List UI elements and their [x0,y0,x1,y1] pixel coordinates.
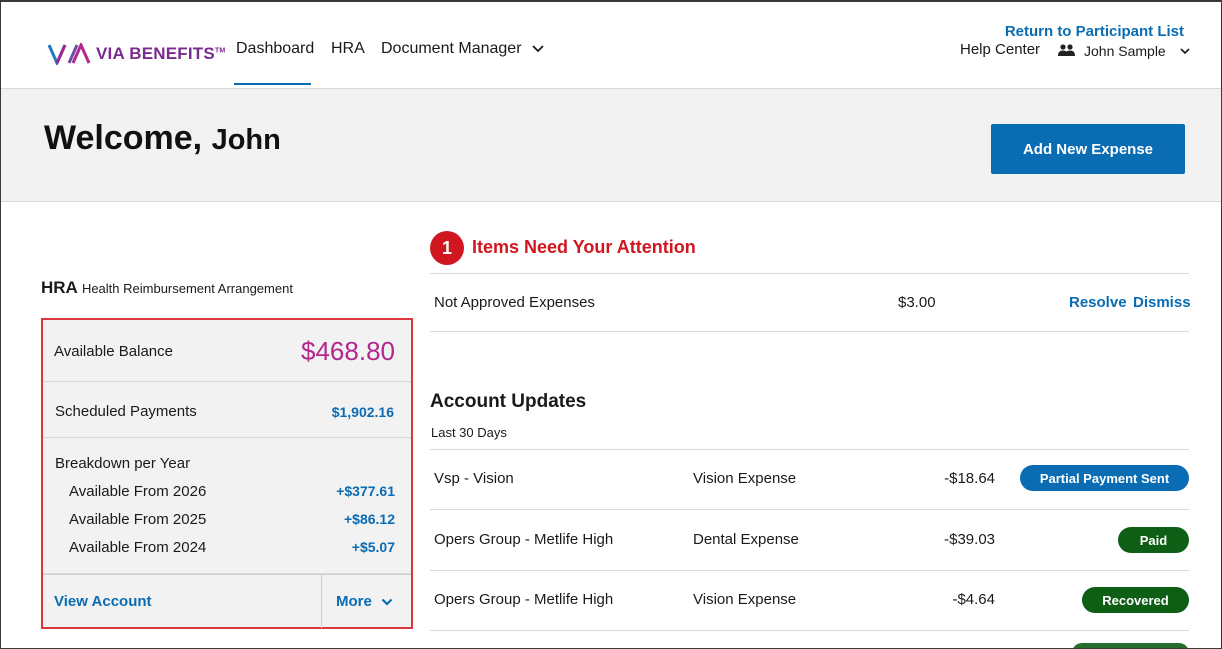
breakdown-label: Available From 2025 [69,511,207,528]
footer-divider [321,575,322,628]
update-row-amount: -$39.03 [944,531,995,548]
hra-balance-card: Available Balance $468.80 Scheduled Paym… [41,318,413,629]
divider [430,273,1189,274]
welcome-text: Welcome, [44,119,203,157]
view-account-link[interactable]: View Account [54,593,152,610]
more-label: More [336,593,372,610]
scheduled-payments-label: Scheduled Payments [55,403,197,420]
available-balance-label: Available Balance [54,343,173,360]
more-button[interactable]: More [336,593,393,610]
breakdown-label: Available From 2024 [69,539,207,556]
available-balance-row: Available Balance $468.80 [43,320,411,382]
chevron-down-icon[interactable] [1179,44,1191,62]
breakdown-item: Available From 2026 +$377.61 [69,483,395,500]
breakdown-amount: +$86.12 [344,511,395,527]
account-updates-subtitle: Last 30 Days [431,425,507,440]
via-benefits-logo[interactable]: VIA BENEFITSTM [48,43,225,65]
via-logo-icon [48,43,91,65]
scheduled-payments-value[interactable]: $1,902.16 [332,404,394,420]
status-badge[interactable]: Partial Payment Sent [1020,465,1189,491]
add-new-expense-button[interactable]: Add New Expense [991,124,1185,174]
nav-document-manager[interactable]: Document Manager [381,40,522,58]
users-icon [1058,43,1075,62]
divider [430,630,1189,631]
account-updates-title: Account Updates [430,391,587,412]
user-first-name: John [211,124,281,156]
status-badge[interactable]: Paid [1118,527,1189,553]
nav-hra[interactable]: HRA [331,40,365,58]
nav-dashboard[interactable]: Dashboard [236,40,314,58]
user-menu-name[interactable]: John Sample [1084,43,1166,59]
available-balance-value: $468.80 [301,336,395,366]
chevron-down-icon [381,598,393,606]
trademark-mark: TM [214,47,226,55]
update-row-amount: -$18.64 [944,470,995,487]
hra-title: HRA [41,278,78,297]
update-row-type: Vision Expense [693,470,797,487]
breakdown-item: Available From 2024 +$5.07 [69,539,395,556]
divider [430,449,1189,450]
nav-active-indicator [234,83,311,85]
breakdown-amount: +$5.07 [351,539,395,555]
breakdown-amount: +$377.61 [336,483,395,499]
chevron-down-icon[interactable] [531,42,545,61]
attention-count-badge: 1 [430,231,464,265]
update-row-amount: -$4.64 [952,591,995,608]
logo-text: VIA BENEFITSTM [96,44,226,63]
divider [430,509,1189,510]
return-to-participant-list-link[interactable]: Return to Participant List [1005,23,1184,40]
attention-title: Items Need Your Attention [472,237,696,257]
attention-item-label: Not Approved Expenses [434,294,595,311]
divider [430,570,1189,571]
status-badge[interactable]: Recovered [1082,587,1189,613]
update-row-name: Opers Group - Metlife High [434,591,614,608]
help-center-link[interactable]: Help Center [960,41,1040,58]
breakdown-item: Available From 2025 +$86.12 [69,511,395,528]
page-title: Welcome, John [44,119,281,158]
update-row-type: Vision Expense [693,591,797,608]
breakdown-title: Breakdown per Year [55,455,191,472]
card-footer: View Account More [43,574,411,628]
hra-subtitle: Health Reimbursement Arrangement [81,281,293,296]
update-row-name: Vsp - Vision [434,470,514,487]
resolve-link[interactable]: Resolve [1069,294,1127,311]
update-row-name: Opers Group - Metlife High [434,531,614,548]
update-row-type: Dental Expense [693,531,799,548]
hra-section-title: HRA Health Reimbursement Arrangement [41,278,293,298]
breakdown-label: Available From 2026 [69,483,207,500]
divider [430,331,1189,332]
dismiss-link[interactable]: Dismiss [1133,294,1191,311]
status-badge-partial [1072,643,1189,649]
attention-item-amount: $3.00 [898,294,936,311]
